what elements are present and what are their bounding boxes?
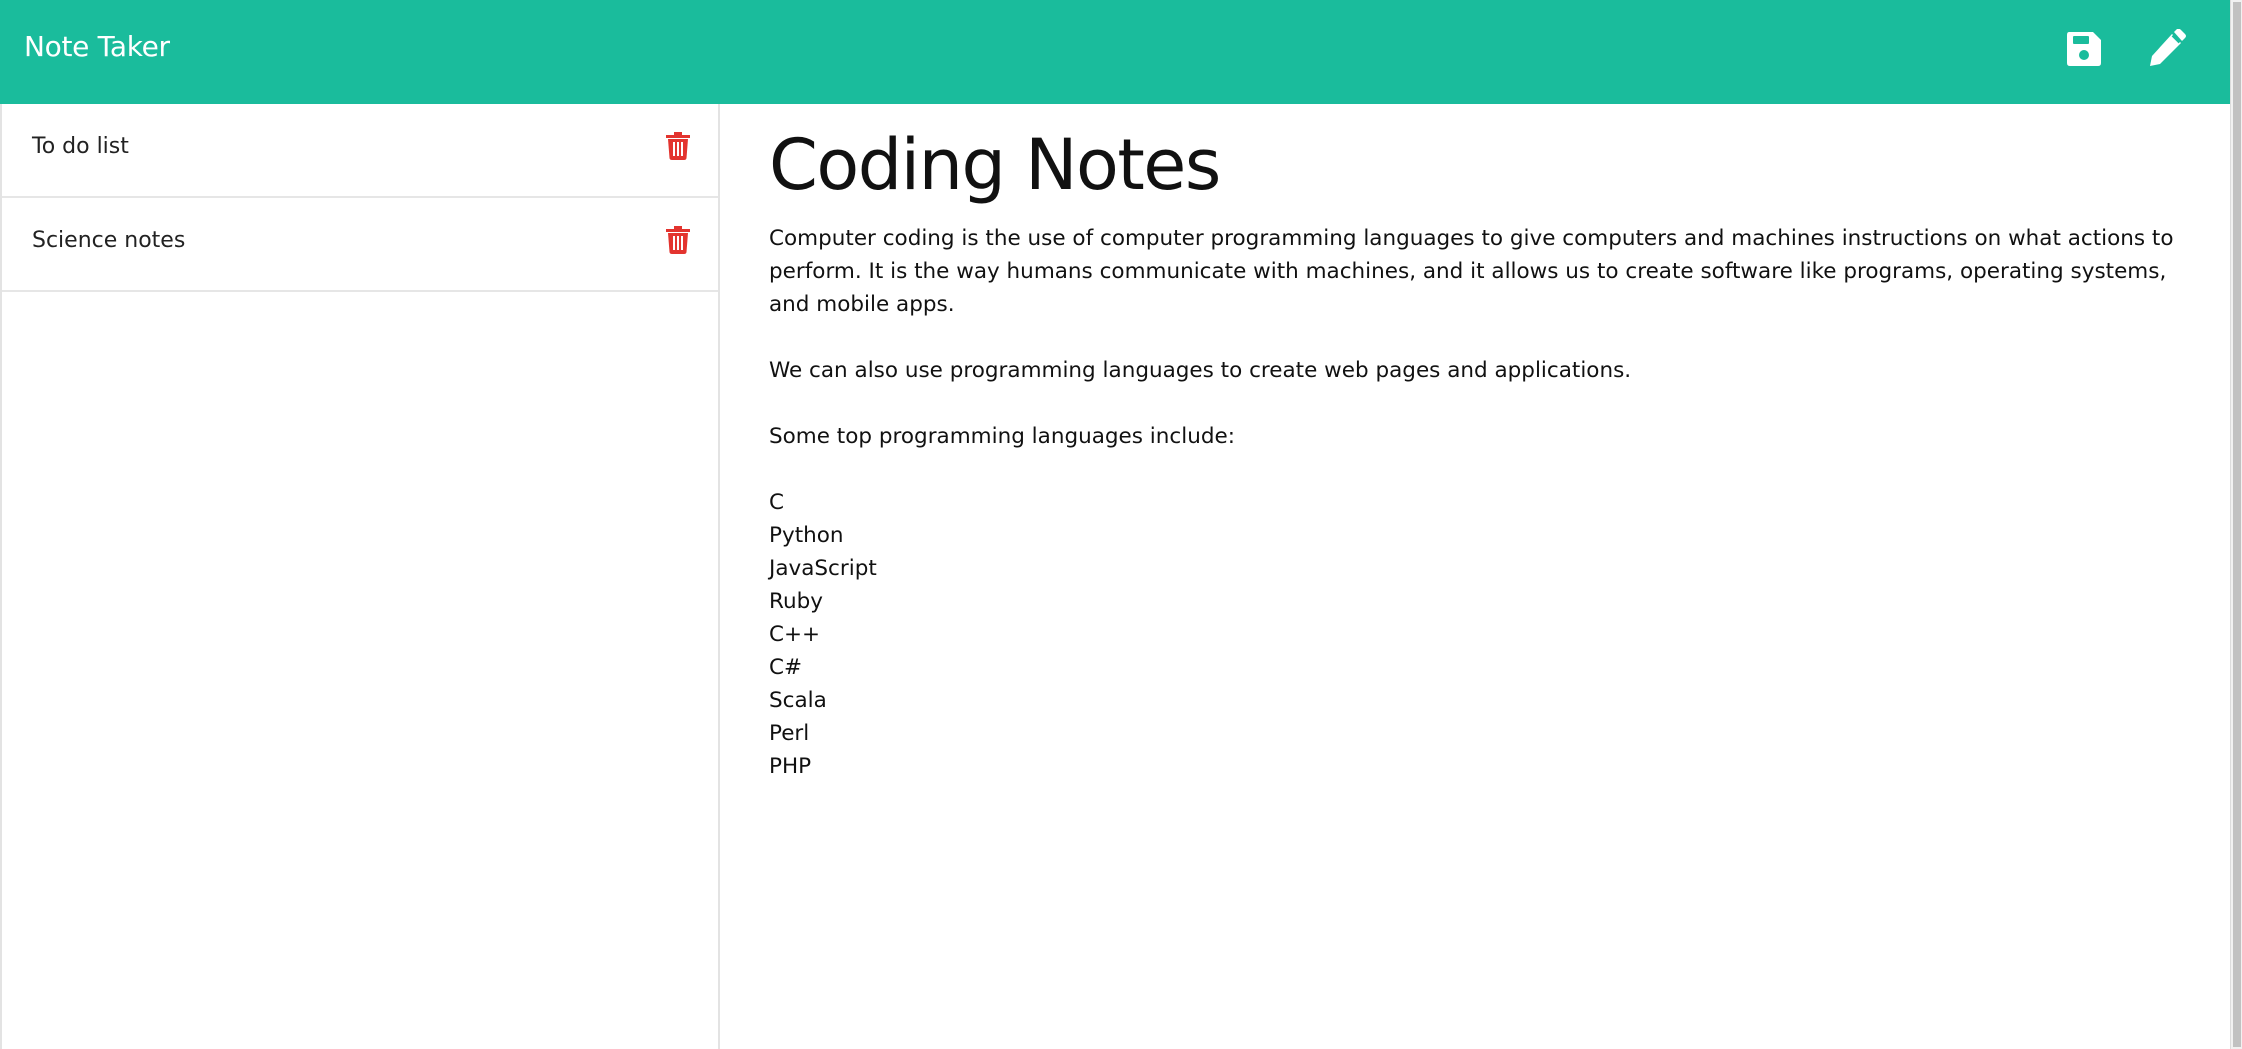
language-line: C [769,490,785,515]
language-line: Scala [769,688,827,713]
language-line: Perl [769,721,810,746]
note-title-label[interactable]: Science notes [32,228,185,253]
app: Note Taker To do list Science notes Codi… [0,0,2242,1049]
note-paragraph: We can also use programming languages to… [769,358,1632,383]
language-line: C++ [769,622,821,647]
navbar: Note Taker [0,0,2230,104]
scrollbar-thumb[interactable] [2233,2,2241,1047]
trash-icon [666,226,690,254]
trash-icon [666,132,690,160]
note-paragraph: Computer coding is the use of computer p… [769,226,2174,317]
note-title-input[interactable]: Coding Notes [769,124,1221,206]
list-item[interactable]: Science notes [2,198,718,292]
note-text-area[interactable]: Computer coding is the use of computer p… [769,222,2189,783]
delete-note-button[interactable] [666,226,690,254]
language-line: JavaScript [769,556,877,581]
app-brand[interactable]: Note Taker [24,30,170,63]
note-title-label[interactable]: To do list [32,134,129,159]
language-line: Ruby [769,589,823,614]
new-note-icon[interactable] [2146,28,2186,69]
floppy-disk-icon [2067,32,2101,66]
delete-note-button[interactable] [666,132,690,160]
pencil-icon [2150,28,2186,66]
vertical-scrollbar[interactable] [2230,0,2242,1049]
save-note-icon[interactable] [2064,29,2104,69]
list-item[interactable]: To do list [2,104,718,198]
note-paragraph: Some top programming languages include: [769,424,1235,449]
language-line: C# [769,655,803,680]
language-line: PHP [769,754,812,779]
language-line: Python [769,523,844,548]
notes-list: To do list Science notes [0,104,720,1049]
